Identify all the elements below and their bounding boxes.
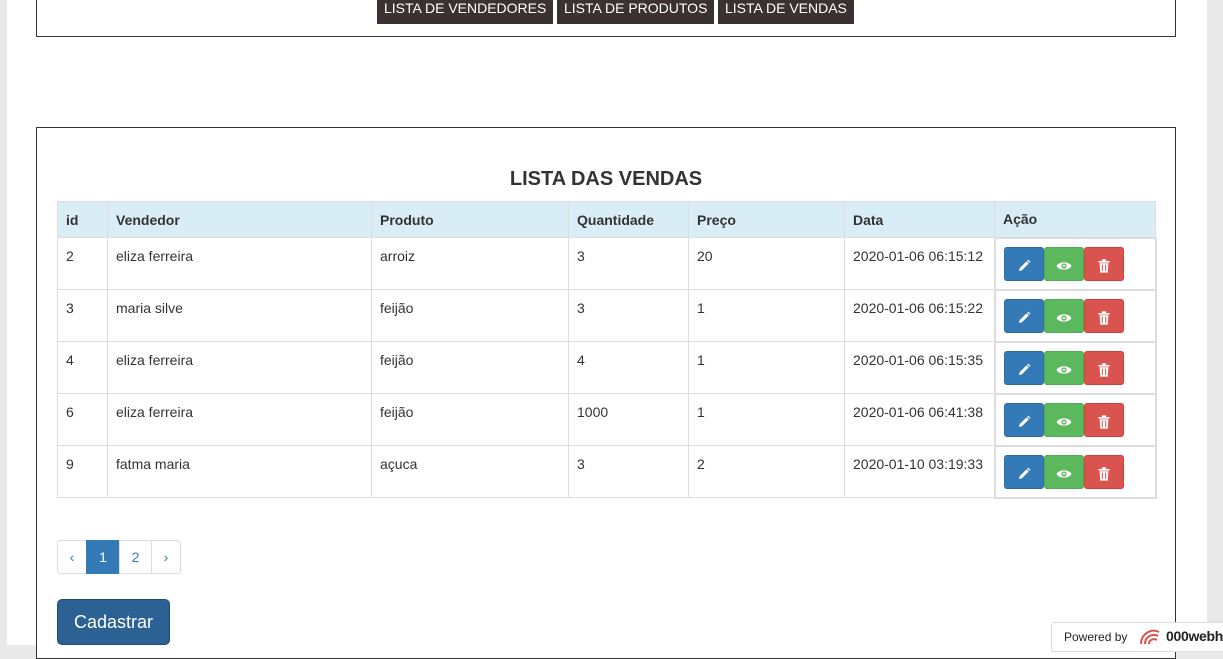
sales-panel: LISTA DAS VENDAS id Vendedor Produto Qua… [36, 127, 1176, 659]
pagination-page-2[interactable]: 2 [119, 540, 152, 574]
col-header-id: id [57, 201, 108, 238]
cell-quantidade: 1000 [568, 393, 689, 446]
col-header-data: Data [844, 201, 995, 238]
cell-preco: 1 [688, 393, 845, 446]
view-button[interactable] [1043, 350, 1084, 385]
cell-preco: 1 [688, 341, 845, 394]
table-row: 6 eliza ferreira feijão 1000 1 2020-01-06 06:… [57, 392, 1157, 447]
edit-button[interactable] [1003, 246, 1044, 281]
view-button[interactable] [1043, 298, 1084, 333]
cell-preco: 1 [688, 289, 845, 342]
pencil-icon [1017, 361, 1031, 377]
col-header-quantidade: Quantidade [568, 201, 689, 238]
pencil-icon [1017, 465, 1031, 481]
pencil-icon [1017, 413, 1031, 429]
cell-id: 6 [57, 393, 108, 446]
cell-actions [993, 288, 1157, 343]
powered-by-badge[interactable]: Powered by 000webh [1051, 622, 1223, 652]
cell-id: 3 [57, 289, 108, 342]
cell-actions [993, 444, 1157, 499]
nav-produtos-button[interactable]: LISTA DE PRODUTOS [557, 0, 715, 24]
pencil-icon [1017, 257, 1031, 273]
col-header-produto: Produto [371, 201, 569, 238]
cadastrar-button[interactable]: Cadastrar [57, 599, 170, 645]
cell-id: 4 [57, 341, 108, 394]
sales-table: id Vendedor Produto Quantidade Preço Dat… [57, 201, 1157, 499]
cell-vendedor: maria silve [107, 289, 372, 342]
delete-button[interactable] [1083, 298, 1124, 333]
cell-data: 2020-01-06 06:15:22 [844, 289, 995, 342]
cell-produto: arroiz [371, 237, 569, 290]
table-row: 3 maria silve feijão 3 1 2020-01-06 06:15:22 [57, 288, 1157, 343]
view-button[interactable] [1043, 246, 1084, 281]
cell-quantidade: 3 [568, 445, 689, 498]
cell-vendedor: fatma maria [107, 445, 372, 498]
pagination-prev[interactable]: ‹ [57, 540, 87, 574]
trash-icon [1098, 309, 1110, 325]
delete-button[interactable] [1083, 454, 1124, 489]
edit-button[interactable] [1003, 298, 1044, 333]
trash-icon [1098, 257, 1110, 273]
trash-icon [1098, 361, 1110, 377]
edit-button[interactable] [1003, 350, 1044, 385]
cell-produto: feijão [371, 341, 569, 394]
eye-icon [1056, 257, 1072, 273]
cell-quantidade: 3 [568, 289, 689, 342]
cell-data: 2020-01-10 03:19:33 [844, 445, 995, 498]
cell-produto: açuca [371, 445, 569, 498]
table-row: 4 eliza ferreira feijão 4 1 2020-01-06 06:15:… [57, 340, 1157, 395]
trash-icon [1098, 465, 1110, 481]
cell-data: 2020-01-06 06:15:12 [844, 237, 995, 290]
pencil-icon [1017, 309, 1031, 325]
col-header-preco: Preço [688, 201, 845, 238]
cell-quantidade: 4 [568, 341, 689, 394]
pagination-next[interactable]: › [151, 540, 181, 574]
view-button[interactable] [1043, 402, 1084, 437]
pagination: ‹ 1 2 › [57, 540, 181, 574]
cell-preco: 2 [688, 445, 845, 498]
eye-icon [1056, 413, 1072, 429]
page-container: LISTA DE VENDEDORES LISTA DE PRODUTOS LI… [7, 0, 1207, 659]
cell-actions [993, 236, 1157, 291]
page-title: LISTA DAS VENDAS [509, 168, 703, 190]
cell-vendedor: eliza ferreira [107, 341, 372, 394]
col-header-acao: Ação [994, 201, 1156, 238]
cell-vendedor: eliza ferreira [107, 393, 372, 446]
table-header-row: id Vendedor Produto Quantidade Preço Dat… [57, 201, 1156, 238]
cell-preco: 20 [688, 237, 845, 290]
cell-produto: feijão [371, 289, 569, 342]
nav-vendas-button[interactable]: LISTA DE VENDAS [718, 0, 854, 24]
nav-vendedores-button[interactable]: LISTA DE VENDEDORES [377, 0, 554, 24]
cell-data: 2020-01-06 06:41:38 [844, 393, 995, 446]
table-row: 2 eliza ferreira arroiz 3 20 2020-01-06 06:15… [57, 236, 1157, 291]
eye-icon [1056, 309, 1072, 325]
webhost-logo-icon [1137, 626, 1163, 651]
trash-icon [1098, 413, 1110, 429]
delete-button[interactable] [1083, 402, 1124, 437]
delete-button[interactable] [1083, 246, 1124, 281]
pagination-page-1[interactable]: 1 [86, 540, 120, 574]
edit-button[interactable] [1003, 402, 1044, 437]
view-button[interactable] [1043, 454, 1084, 489]
delete-button[interactable] [1083, 350, 1124, 385]
cell-actions [993, 340, 1157, 395]
edit-button[interactable] [1003, 454, 1044, 489]
cell-id: 9 [57, 445, 108, 498]
top-nav: LISTA DE VENDEDORES LISTA DE PRODUTOS LI… [36, 0, 1176, 37]
powered-by-text: Powered by [1064, 630, 1128, 644]
cell-data: 2020-01-06 06:15:35 [844, 341, 995, 394]
cell-quantidade: 3 [568, 237, 689, 290]
col-header-vendedor: Vendedor [107, 201, 372, 238]
cell-actions [993, 392, 1157, 447]
cell-vendedor: eliza ferreira [107, 237, 372, 290]
cell-id: 2 [57, 237, 108, 290]
powered-by-brand: 000webh [1166, 628, 1223, 644]
eye-icon [1056, 361, 1072, 377]
eye-icon [1056, 465, 1072, 481]
cell-produto: feijão [371, 393, 569, 446]
table-row: 9 fatma maria açuca 3 2 2020-01-10 03:19:33 [57, 444, 1157, 499]
